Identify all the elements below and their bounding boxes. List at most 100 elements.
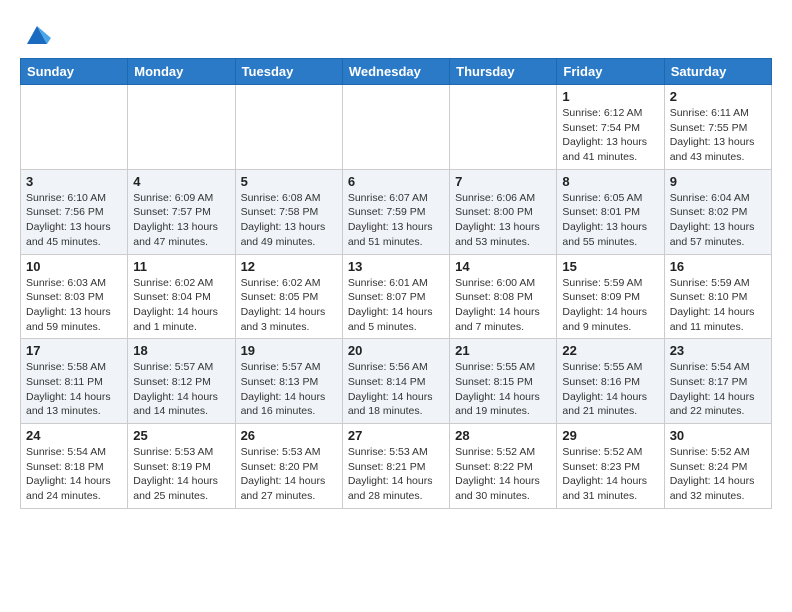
day-number: 16 — [670, 259, 766, 274]
calendar-cell — [450, 85, 557, 170]
day-number: 4 — [133, 174, 229, 189]
day-number: 24 — [26, 428, 122, 443]
day-number: 18 — [133, 343, 229, 358]
calendar-cell: 5 Sunrise: 6:08 AMSunset: 7:58 PMDaylight… — [235, 169, 342, 254]
calendar-week-2: 3 Sunrise: 6:10 AMSunset: 7:56 PMDaylight… — [21, 169, 772, 254]
day-number: 15 — [562, 259, 658, 274]
day-number: 29 — [562, 428, 658, 443]
calendar-cell: 23Sunrise: 5:54 AMSunset: 8:17 PMDayligh… — [664, 339, 771, 424]
day-info: Sunrise: 5:52 AMSunset: 8:22 PMDaylight:… — [455, 445, 551, 504]
day-number: 20 — [348, 343, 444, 358]
header — [20, 20, 772, 48]
day-number: 3 — [26, 174, 122, 189]
day-info: Sunrise: 6:10 AMSunset: 7:56 PMDaylight:… — [26, 191, 122, 250]
calendar-cell: 3 Sunrise: 6:10 AMSunset: 7:56 PMDaylight… — [21, 169, 128, 254]
day-info: Sunrise: 5:52 AMSunset: 8:23 PMDaylight:… — [562, 445, 658, 504]
col-header-monday: Monday — [128, 59, 235, 85]
day-number: 19 — [241, 343, 337, 358]
day-number: 11 — [133, 259, 229, 274]
day-info: Sunrise: 5:57 AMSunset: 8:13 PMDaylight:… — [241, 360, 337, 419]
calendar-cell: 11Sunrise: 6:02 AMSunset: 8:04 PMDayligh… — [128, 254, 235, 339]
day-info: Sunrise: 6:01 AMSunset: 8:07 PMDaylight:… — [348, 276, 444, 335]
day-number: 23 — [670, 343, 766, 358]
day-number: 25 — [133, 428, 229, 443]
day-number: 12 — [241, 259, 337, 274]
day-number: 6 — [348, 174, 444, 189]
day-info: Sunrise: 6:11 AMSunset: 7:55 PMDaylight:… — [670, 106, 766, 165]
day-info: Sunrise: 5:57 AMSunset: 8:12 PMDaylight:… — [133, 360, 229, 419]
day-info: Sunrise: 5:55 AMSunset: 8:16 PMDaylight:… — [562, 360, 658, 419]
day-info: Sunrise: 6:04 AMSunset: 8:02 PMDaylight:… — [670, 191, 766, 250]
day-number: 2 — [670, 89, 766, 104]
day-info: Sunrise: 6:02 AMSunset: 8:05 PMDaylight:… — [241, 276, 337, 335]
day-number: 21 — [455, 343, 551, 358]
calendar-cell: 15 Sunrise: 5:59 AMSunset: 8:09 PMDayligh… — [557, 254, 664, 339]
calendar-cell: 19 Sunrise: 5:57 AMSunset: 8:13 PMDayligh… — [235, 339, 342, 424]
day-info: Sunrise: 6:08 AMSunset: 7:58 PMDaylight:… — [241, 191, 337, 250]
day-number: 5 — [241, 174, 337, 189]
day-info: Sunrise: 5:52 AMSunset: 8:24 PMDaylight:… — [670, 445, 766, 504]
day-number: 22 — [562, 343, 658, 358]
calendar-cell: 22 Sunrise: 5:55 AMSunset: 8:16 PMDayligh… — [557, 339, 664, 424]
day-number: 30 — [670, 428, 766, 443]
col-header-friday: Friday — [557, 59, 664, 85]
day-info: Sunrise: 6:06 AMSunset: 8:00 PMDaylight:… — [455, 191, 551, 250]
calendar-cell: 25 Sunrise: 5:53 AMSunset: 8:19 PMDayligh… — [128, 424, 235, 509]
day-number: 26 — [241, 428, 337, 443]
calendar-cell: 1 Sunrise: 6:12 AMSunset: 7:54 PMDaylight… — [557, 85, 664, 170]
day-info: Sunrise: 6:05 AMSunset: 8:01 PMDaylight:… — [562, 191, 658, 250]
calendar-cell: 9 Sunrise: 6:04 AMSunset: 8:02 PMDaylight… — [664, 169, 771, 254]
day-info: Sunrise: 6:03 AMSunset: 8:03 PMDaylight:… — [26, 276, 122, 335]
col-header-sunday: Sunday — [21, 59, 128, 85]
calendar-cell: 4 Sunrise: 6:09 AMSunset: 7:57 PMDaylight… — [128, 169, 235, 254]
day-info: Sunrise: 6:09 AMSunset: 7:57 PMDaylight:… — [133, 191, 229, 250]
calendar-week-4: 17Sunrise: 5:58 AMSunset: 8:11 PMDayligh… — [21, 339, 772, 424]
day-number: 17 — [26, 343, 122, 358]
calendar-cell: 24Sunrise: 5:54 AMSunset: 8:18 PMDayligh… — [21, 424, 128, 509]
calendar-cell: 7Sunrise: 6:06 AMSunset: 8:00 PMDaylight… — [450, 169, 557, 254]
calendar-cell: 12 Sunrise: 6:02 AMSunset: 8:05 PMDayligh… — [235, 254, 342, 339]
day-info: Sunrise: 6:00 AMSunset: 8:08 PMDaylight:… — [455, 276, 551, 335]
col-header-wednesday: Wednesday — [342, 59, 449, 85]
calendar-cell: 13Sunrise: 6:01 AMSunset: 8:07 PMDayligh… — [342, 254, 449, 339]
day-info: Sunrise: 6:07 AMSunset: 7:59 PMDaylight:… — [348, 191, 444, 250]
day-info: Sunrise: 5:59 AMSunset: 8:09 PMDaylight:… — [562, 276, 658, 335]
calendar-cell: 17Sunrise: 5:58 AMSunset: 8:11 PMDayligh… — [21, 339, 128, 424]
calendar-week-3: 10 Sunrise: 6:03 AMSunset: 8:03 PMDayligh… — [21, 254, 772, 339]
calendar-cell: 2 Sunrise: 6:11 AMSunset: 7:55 PMDaylight… — [664, 85, 771, 170]
calendar-cell: 27 Sunrise: 5:53 AMSunset: 8:21 PMDayligh… — [342, 424, 449, 509]
day-info: Sunrise: 5:53 AMSunset: 8:20 PMDaylight:… — [241, 445, 337, 504]
logo — [20, 20, 51, 48]
day-number: 10 — [26, 259, 122, 274]
day-info: Sunrise: 5:56 AMSunset: 8:14 PMDaylight:… — [348, 360, 444, 419]
col-header-tuesday: Tuesday — [235, 59, 342, 85]
day-number: 1 — [562, 89, 658, 104]
calendar-cell: 26 Sunrise: 5:53 AMSunset: 8:20 PMDayligh… — [235, 424, 342, 509]
calendar-cell — [21, 85, 128, 170]
calendar-cell: 10 Sunrise: 6:03 AMSunset: 8:03 PMDayligh… — [21, 254, 128, 339]
col-header-thursday: Thursday — [450, 59, 557, 85]
calendar-table: SundayMondayTuesdayWednesdayThursdayFrid… — [20, 58, 772, 509]
col-header-saturday: Saturday — [664, 59, 771, 85]
calendar-cell: 21 Sunrise: 5:55 AMSunset: 8:15 PMDayligh… — [450, 339, 557, 424]
calendar-week-5: 24Sunrise: 5:54 AMSunset: 8:18 PMDayligh… — [21, 424, 772, 509]
day-info: Sunrise: 5:55 AMSunset: 8:15 PMDaylight:… — [455, 360, 551, 419]
calendar-cell: 18 Sunrise: 5:57 AMSunset: 8:12 PMDayligh… — [128, 339, 235, 424]
calendar-cell: 30 Sunrise: 5:52 AMSunset: 8:24 PMDayligh… — [664, 424, 771, 509]
day-info: Sunrise: 6:12 AMSunset: 7:54 PMDaylight:… — [562, 106, 658, 165]
calendar-cell — [342, 85, 449, 170]
logo-text — [20, 20, 51, 48]
page: SundayMondayTuesdayWednesdayThursdayFrid… — [0, 0, 792, 519]
day-info: Sunrise: 5:53 AMSunset: 8:21 PMDaylight:… — [348, 445, 444, 504]
calendar-cell: 14Sunrise: 6:00 AMSunset: 8:08 PMDayligh… — [450, 254, 557, 339]
calendar-week-1: 1 Sunrise: 6:12 AMSunset: 7:54 PMDaylight… — [21, 85, 772, 170]
day-number: 9 — [670, 174, 766, 189]
day-number: 28 — [455, 428, 551, 443]
calendar-cell: 16 Sunrise: 5:59 AMSunset: 8:10 PMDayligh… — [664, 254, 771, 339]
day-number: 8 — [562, 174, 658, 189]
calendar-cell — [128, 85, 235, 170]
day-info: Sunrise: 5:53 AMSunset: 8:19 PMDaylight:… — [133, 445, 229, 504]
calendar-cell: 28 Sunrise: 5:52 AMSunset: 8:22 PMDayligh… — [450, 424, 557, 509]
day-number: 27 — [348, 428, 444, 443]
day-info: Sunrise: 5:59 AMSunset: 8:10 PMDaylight:… — [670, 276, 766, 335]
